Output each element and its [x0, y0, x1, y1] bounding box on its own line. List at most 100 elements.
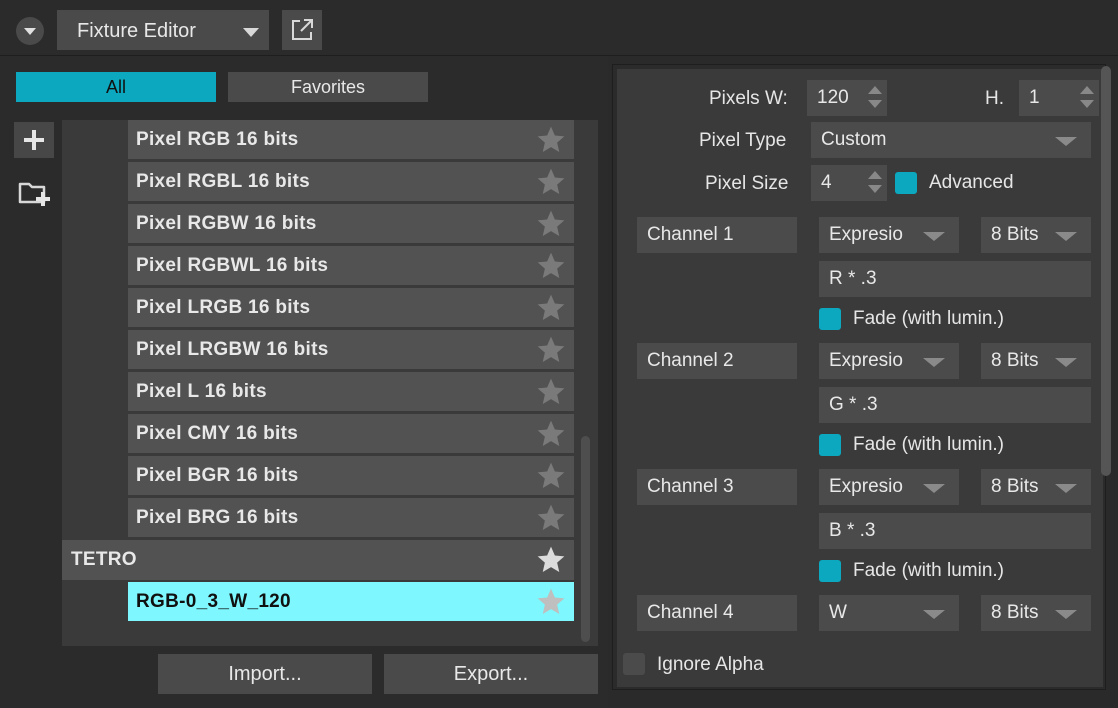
- channel-1-bits-value: 8 Bits: [991, 224, 1039, 245]
- channel-2-mode-dropdown[interactable]: Expresio: [819, 343, 959, 379]
- chevron-down-icon: [1055, 358, 1077, 367]
- chevron-down-icon: [243, 28, 259, 37]
- channel-1-mode-value: Expresio: [829, 224, 903, 245]
- list-item[interactable]: Pixel RGB 16 bits: [128, 120, 574, 160]
- channel-4-bits-dropdown[interactable]: 8 Bits: [981, 595, 1091, 631]
- tab-all[interactable]: All: [16, 72, 216, 102]
- list-item[interactable]: Pixel RGBW 16 bits: [128, 204, 574, 244]
- add-fixture-button[interactable]: [14, 122, 54, 158]
- favorite-star-icon[interactable]: [534, 376, 568, 408]
- chevron-down-icon: [923, 358, 945, 367]
- channel-2-name[interactable]: Channel 2: [637, 343, 797, 379]
- list-item[interactable]: Pixel L 16 bits: [128, 372, 574, 412]
- channel-2-fade-checkbox[interactable]: [819, 434, 841, 456]
- fixture-label: Pixel LRGBW 16 bits: [136, 339, 329, 360]
- pixels-w-input[interactable]: 120: [807, 80, 887, 116]
- height-label: H.: [985, 88, 1004, 109]
- height-value: 1: [1029, 87, 1040, 108]
- add-folder-icon[interactable]: [16, 176, 56, 212]
- pixel-type-dropdown[interactable]: Custom: [811, 122, 1091, 158]
- channel-4-mode-dropdown[interactable]: W: [819, 595, 959, 631]
- favorite-star-icon[interactable]: [534, 418, 568, 450]
- channel-2-expression-input[interactable]: G * .3: [819, 387, 1091, 423]
- favorite-star-icon[interactable]: [534, 502, 568, 534]
- fixture-properties-panel: Pixels W: 120 H. 1 Pixel Type Custom Pix…: [612, 64, 1106, 690]
- advanced-label: Advanced: [929, 172, 1014, 193]
- favorite-star-icon[interactable]: [534, 586, 568, 618]
- favorite-star-icon[interactable]: [534, 208, 568, 240]
- list-item[interactable]: Pixel LRGBW 16 bits: [128, 330, 574, 370]
- channel-2-bits-dropdown[interactable]: 8 Bits: [981, 343, 1091, 379]
- editor-selector[interactable]: Fixture Editor: [57, 10, 269, 50]
- favorite-star-icon[interactable]: [534, 544, 568, 576]
- import-button[interactable]: Import...: [158, 654, 372, 694]
- channel-4-name[interactable]: Channel 4: [637, 595, 797, 631]
- pixel-size-input[interactable]: 4: [811, 165, 887, 201]
- pixels-w-value: 120: [817, 87, 849, 108]
- channel-2-bits-value: 8 Bits: [991, 350, 1039, 371]
- channel-2-fade-label: Fade (with lumin.): [853, 434, 1004, 455]
- favorite-star-icon[interactable]: [534, 292, 568, 324]
- pixel-size-label: Pixel Size: [705, 173, 789, 194]
- pixel-size-value: 4: [821, 172, 832, 193]
- favorite-star-icon[interactable]: [534, 166, 568, 198]
- list-item[interactable]: Pixel BGR 16 bits: [128, 456, 574, 496]
- chevron-down-icon: [1055, 137, 1077, 146]
- list-item[interactable]: Pixel LRGB 16 bits: [128, 288, 574, 328]
- chevron-down-icon: [923, 232, 945, 241]
- channel-4-mode-value: W: [829, 602, 847, 623]
- top-bar: Fixture Editor: [0, 0, 1118, 56]
- channel-3-expression-input[interactable]: B * .3: [819, 513, 1091, 549]
- fixture-label: Pixel L 16 bits: [136, 381, 267, 402]
- fixture-label: Pixel RGB 16 bits: [136, 129, 299, 150]
- external-link-icon: [292, 19, 313, 40]
- ignore-alpha-label: Ignore Alpha: [657, 654, 764, 675]
- advanced-checkbox[interactable]: [895, 172, 917, 194]
- fixture-label: Pixel CMY 16 bits: [136, 423, 299, 444]
- tab-favorites[interactable]: Favorites: [228, 72, 428, 102]
- chevron-down-icon: [1055, 610, 1077, 619]
- list-item[interactable]: Pixel CMY 16 bits: [128, 414, 574, 454]
- group-row-tetro[interactable]: TETRO: [62, 540, 574, 580]
- favorite-star-icon[interactable]: [534, 460, 568, 492]
- channel-3-mode-dropdown[interactable]: Expresio: [819, 469, 959, 505]
- chevron-down-icon: [1055, 232, 1077, 241]
- favorite-star-icon[interactable]: [534, 124, 568, 156]
- favorite-star-icon[interactable]: [534, 250, 568, 282]
- group-label: TETRO: [71, 549, 137, 570]
- favorite-star-icon[interactable]: [534, 334, 568, 366]
- list-item[interactable]: Pixel RGBWL 16 bits: [128, 246, 574, 286]
- channel-3-bits-value: 8 Bits: [991, 476, 1039, 497]
- fixture-label: RGB-0_3_W_120: [136, 591, 291, 612]
- editor-selector-label: Fixture Editor: [77, 20, 196, 42]
- ignore-alpha-checkbox[interactable]: [623, 653, 645, 675]
- export-button[interactable]: Export...: [384, 654, 598, 694]
- channel-1-fade-checkbox[interactable]: [819, 308, 841, 330]
- list-item[interactable]: Pixel BRG 16 bits: [128, 498, 574, 538]
- list-scrollbar[interactable]: [581, 436, 590, 642]
- channel-3-fade-checkbox[interactable]: [819, 560, 841, 582]
- fixture-label: Pixel RGBL 16 bits: [136, 171, 310, 192]
- height-input[interactable]: 1: [1019, 80, 1099, 116]
- properties-scrollbar[interactable]: [1101, 66, 1111, 476]
- channel-1-bits-dropdown[interactable]: 8 Bits: [981, 217, 1091, 253]
- popout-button[interactable]: [282, 10, 322, 50]
- fixture-label: Pixel RGBWL 16 bits: [136, 255, 329, 276]
- fixture-library-panel: All Favorites Pixel RGB 16 bits Pixel RG…: [0, 56, 608, 708]
- fixture-label: Pixel LRGB 16 bits: [136, 297, 311, 318]
- channel-1-mode-dropdown[interactable]: Expresio: [819, 217, 959, 253]
- collapse-toggle-icon[interactable]: [16, 17, 44, 45]
- channel-4-bits-value: 8 Bits: [991, 602, 1039, 623]
- selected-list-item[interactable]: RGB-0_3_W_120: [128, 582, 574, 622]
- stepper-icon[interactable]: [1080, 86, 1094, 110]
- stepper-icon[interactable]: [868, 86, 882, 110]
- fixture-label: Pixel BGR 16 bits: [136, 465, 299, 486]
- channel-1-name[interactable]: Channel 1: [637, 217, 797, 253]
- chevron-down-icon: [1055, 484, 1077, 493]
- channel-3-name[interactable]: Channel 3: [637, 469, 797, 505]
- stepper-icon[interactable]: [868, 171, 882, 195]
- channel-1-expression-input[interactable]: R * .3: [819, 261, 1091, 297]
- list-item[interactable]: Pixel RGBL 16 bits: [128, 162, 574, 202]
- channel-3-bits-dropdown[interactable]: 8 Bits: [981, 469, 1091, 505]
- pixel-type-label: Pixel Type: [699, 130, 787, 151]
